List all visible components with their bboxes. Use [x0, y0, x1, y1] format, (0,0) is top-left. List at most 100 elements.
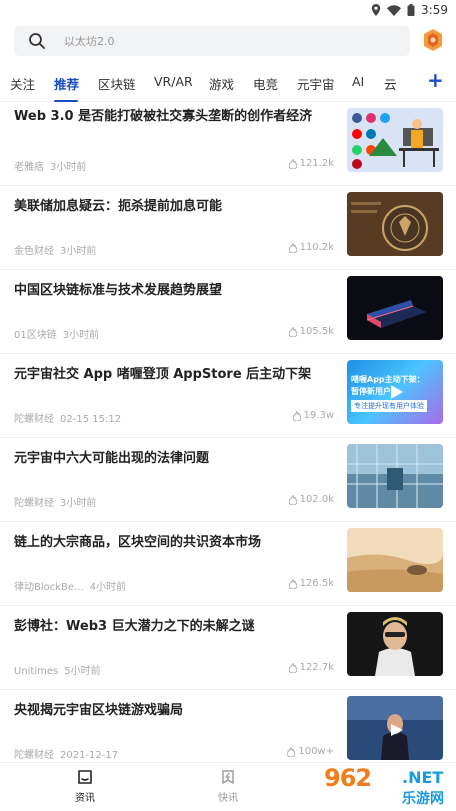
- news-meta: 陀螺财经 02-15 15:12: [14, 410, 121, 425]
- news-title: 中国区块链标准与技术发展趋势展望: [14, 283, 223, 298]
- add-tab-button[interactable]: +: [427, 68, 444, 92]
- news-meta: 01区块链 3小时前: [14, 326, 99, 341]
- news-time: 5小时前: [64, 666, 101, 677]
- watermark-number: 962: [324, 764, 372, 792]
- status-bar: 3:59: [0, 0, 456, 24]
- watermark-site-name: 乐游网: [402, 791, 444, 807]
- wifi-icon: [387, 4, 402, 16]
- thumb-text-line: 暂停新用户: [351, 387, 391, 396]
- news-item[interactable]: 链上的大宗商品，区块空间的共识资本市场 律动BlockBe... 4小时前 126…: [0, 522, 456, 606]
- search-icon: [29, 33, 45, 49]
- tab-recommended[interactable]: 推荐: [54, 74, 79, 93]
- news-title: Web 3.0 是否能打破被社交寡头垄断的创作者经济: [14, 109, 313, 124]
- news-feed[interactable]: Web 3.0 是否能打破被社交寡头垄断的创作者经济 老雅痞 3小时前 121.2…: [0, 102, 456, 762]
- news-meta: 陀螺财经 2021-12-17: [14, 746, 118, 761]
- news-time: 3小时前: [60, 498, 97, 509]
- fire-icon: [288, 494, 297, 505]
- views-count: 105.5k: [299, 326, 334, 337]
- news-views: 102.0k: [288, 494, 334, 505]
- views-count: 121.2k: [299, 158, 334, 169]
- nav-flash[interactable]: 快讯: [198, 769, 258, 804]
- news-item[interactable]: 元宇宙中六大可能出现的法律问题 陀螺财经 3小时前 102.0k: [0, 438, 456, 522]
- news-views: 110.2k: [288, 242, 334, 253]
- top-bar: 以太坊2.0: [0, 24, 456, 60]
- fire-icon: [288, 326, 297, 337]
- news-title: 彭博社：Web3 巨大潜力之下的未解之谜: [14, 619, 255, 634]
- fire-icon: [288, 578, 297, 589]
- news-thumbnail: [347, 696, 443, 760]
- tab-games[interactable]: 游戏: [209, 74, 234, 93]
- news-views: 121.2k: [288, 158, 334, 169]
- nav-flash-label: 快讯: [218, 793, 238, 804]
- fire-icon: [288, 242, 297, 253]
- news-source: 陀螺财经: [14, 498, 54, 509]
- tab-cloud[interactable]: 云: [384, 74, 397, 93]
- news-time: 2021-12-17: [60, 750, 119, 761]
- fire-icon: [288, 662, 297, 673]
- watermark-net: .NET: [402, 768, 444, 787]
- fire-icon: [287, 746, 296, 757]
- news-time: 3小时前: [62, 330, 100, 341]
- news-source: 01区块链: [14, 330, 57, 341]
- nav-news[interactable]: 资讯: [55, 769, 115, 804]
- location-icon: [371, 4, 381, 16]
- news-source: Unitimes: [14, 666, 59, 677]
- fire-icon: [292, 410, 301, 421]
- views-count: 100w+: [298, 746, 334, 757]
- search-placeholder: 以太坊2.0: [64, 35, 115, 48]
- news-title: 元宇宙中六大可能出现的法律问题: [14, 451, 210, 466]
- news-title: 元宇宙社交 App 啫喱登顶 AppStore 后主动下架: [14, 367, 312, 382]
- news-views: 126.5k: [288, 578, 334, 589]
- news-source: 律动BlockBe...: [14, 582, 84, 593]
- views-count: 19.3w: [303, 410, 334, 421]
- news-thumbnail: [347, 108, 443, 172]
- tab-blockchain[interactable]: 区块链: [98, 74, 136, 93]
- status-time: 3:59: [421, 3, 448, 17]
- views-count: 126.5k: [299, 578, 334, 589]
- news-item[interactable]: 元宇宙社交 App 啫喱登顶 AppStore 后主动下架 陀螺财经 02-15 …: [0, 354, 456, 438]
- news-meta: 金色财经 3小时前: [14, 242, 96, 257]
- tab-follow[interactable]: 关注: [10, 74, 35, 93]
- news-source: 金色财经: [14, 246, 54, 257]
- news-item[interactable]: 美联储加息疑云：扼杀提前加息可能 金色财经 3小时前 110.2k: [0, 186, 456, 270]
- news-thumbnail: [347, 444, 443, 508]
- views-count: 110.2k: [299, 242, 334, 253]
- flash-nav-icon: [222, 770, 234, 784]
- news-meta: 律动BlockBe... 4小时前: [14, 578, 126, 593]
- news-thumbnail: [347, 612, 443, 676]
- news-thumbnail: [347, 528, 443, 592]
- news-item[interactable]: 央视揭元宇宙区块链游戏骗局 陀螺财经 2021-12-17 100w+: [0, 690, 456, 762]
- news-time: 02-15 15:12: [60, 414, 122, 425]
- search-input[interactable]: 以太坊2.0: [14, 26, 410, 56]
- news-thumbnail: 啫喱App主动下架： 暂停新用户 专注提升现有用户体验: [347, 360, 443, 424]
- news-title: 链上的大宗商品，区块空间的共识资本市场: [14, 535, 262, 550]
- news-thumbnail: [347, 276, 443, 340]
- news-views: 19.3w: [292, 410, 334, 421]
- news-views: 100w+: [287, 746, 334, 757]
- status-icons: 3:59: [371, 3, 448, 17]
- tab-metaverse[interactable]: 元宇宙: [297, 74, 335, 93]
- news-views: 122.7k: [288, 662, 334, 673]
- tab-vr-ar[interactable]: VR/AR: [154, 74, 193, 89]
- app-logo-icon[interactable]: [424, 29, 442, 51]
- news-item[interactable]: Web 3.0 是否能打破被社交寡头垄断的创作者经济 老雅痞 3小时前 121.2…: [0, 102, 456, 186]
- news-source: 陀螺财经: [14, 414, 54, 425]
- news-time: 3小时前: [50, 162, 87, 173]
- news-title: 美联储加息疑云：扼杀提前加息可能: [14, 199, 223, 214]
- news-nav-icon: [78, 770, 92, 784]
- news-meta: 老雅痞 3小时前: [14, 158, 86, 173]
- thumb-text-line: 专注提升现有用户体验: [351, 400, 427, 412]
- news-item[interactable]: 中国区块链标准与技术发展趋势展望 01区块链 3小时前 105.5k: [0, 270, 456, 354]
- tab-ai[interactable]: AI: [352, 74, 364, 89]
- category-tabs: 关注 推荐 区块链 VR/AR 游戏 电竞 元宇宙 AI 云 +: [0, 62, 456, 102]
- news-source: 陀螺财经: [14, 750, 54, 761]
- news-time: 3小时前: [60, 246, 97, 257]
- tab-esports[interactable]: 电竞: [253, 74, 278, 93]
- news-meta: 陀螺财经 3小时前: [14, 494, 96, 509]
- watermark-logo: 962 .NET 乐游网: [318, 762, 456, 811]
- views-count: 102.0k: [299, 494, 334, 505]
- fire-icon: [288, 158, 297, 169]
- news-item[interactable]: 彭博社：Web3 巨大潜力之下的未解之谜 Unitimes 5小时前 122.7k: [0, 606, 456, 690]
- play-icon[interactable]: [387, 383, 405, 401]
- news-thumbnail: [347, 192, 443, 256]
